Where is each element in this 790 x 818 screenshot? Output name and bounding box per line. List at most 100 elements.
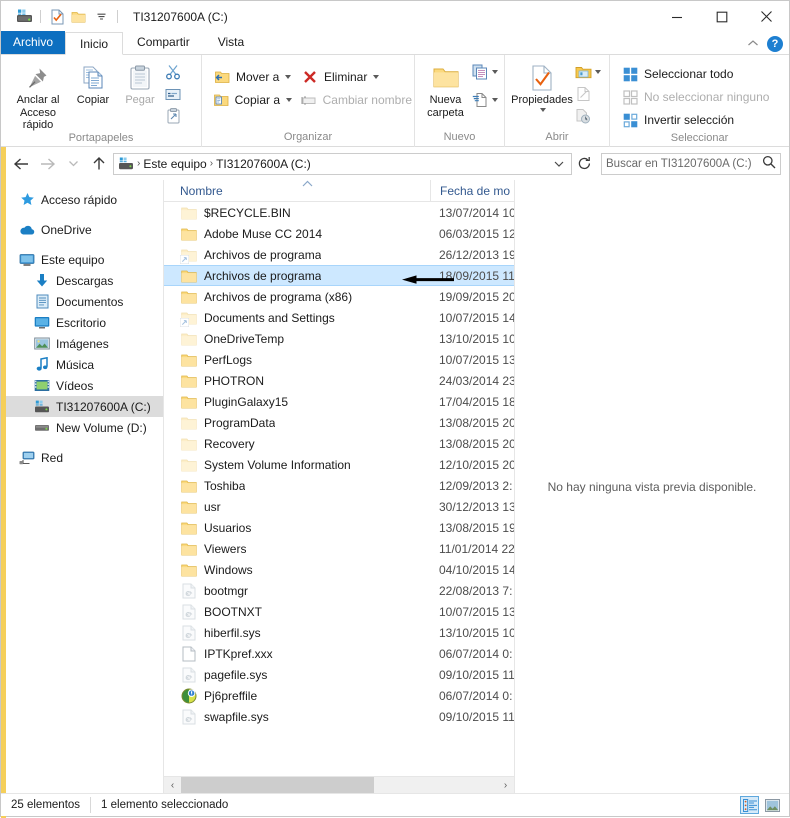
table-row[interactable]: bootmgr 22/08/2013 7: (164, 580, 514, 601)
table-row[interactable]: Windows 04/10/2015 14 (164, 559, 514, 580)
properties-icon[interactable] (46, 6, 68, 28)
recent-locations-button[interactable] (61, 152, 85, 176)
eliminar-caret-icon[interactable] (373, 75, 380, 79)
new-item-caret-icon[interactable] (492, 70, 498, 74)
help-button[interactable]: ? (767, 36, 783, 52)
copiar-a-button[interactable]: Copiar a (208, 89, 296, 111)
history-icon[interactable] (573, 106, 593, 126)
easy-access-caret-icon[interactable] (492, 98, 498, 102)
sidebar-item-new-volume-d[interactable]: New Volume (D:) (1, 417, 163, 438)
table-row[interactable]: Pj6preffile 06/07/2014 0: (164, 685, 514, 706)
open-caret-icon[interactable] (595, 70, 601, 74)
propiedades-button[interactable]: Propiedades (511, 60, 573, 112)
nueva-carpeta-button[interactable]: Nueva carpeta (421, 60, 470, 119)
table-row[interactable]: usr 30/12/2013 13 (164, 496, 514, 517)
horizontal-scrollbar[interactable]: ‹ › (164, 776, 514, 794)
copy-path-icon[interactable] (163, 84, 183, 104)
refresh-button[interactable] (574, 154, 594, 174)
customize-qat-chevron-icon[interactable] (90, 6, 112, 28)
cambiar-nombre-button[interactable]: Cambiar nombre (296, 89, 416, 111)
table-row[interactable]: Adobe Muse CC 2014 06/03/2015 12 (164, 223, 514, 244)
scroll-left-button[interactable]: ‹ (164, 777, 181, 794)
mover-a-caret-icon[interactable] (285, 75, 292, 79)
easy-access-icon[interactable] (470, 90, 490, 110)
sidebar-item-onedrive[interactable]: OneDrive (1, 219, 163, 240)
table-row[interactable]: Usuarios 13/08/2015 19 (164, 517, 514, 538)
breadcrumb-item-drive[interactable]: TI31207600A (C:) (216, 157, 311, 171)
scroll-track[interactable] (181, 776, 497, 794)
table-row[interactable]: ProgramData 13/08/2015 20 (164, 412, 514, 433)
table-row[interactable]: swapfile.sys 09/10/2015 11 (164, 706, 514, 727)
tab-archivo[interactable]: Archivo (1, 31, 66, 54)
large-icons-view-button[interactable] (763, 796, 782, 814)
cut-icon[interactable] (163, 62, 183, 82)
seleccionar-todo-button[interactable]: Seleccionar todo (616, 63, 773, 85)
table-row[interactable]: pagefile.sys 09/10/2015 11 (164, 664, 514, 685)
paste-shortcut-icon[interactable] (163, 106, 183, 126)
column-header-nombre[interactable]: Nombre (164, 180, 430, 198)
table-row[interactable]: Toshiba 12/09/2013 2: (164, 475, 514, 496)
copiar-button[interactable]: Copiar (69, 60, 117, 106)
copiar-a-caret-icon[interactable] (286, 98, 292, 102)
table-row[interactable]: $RECYCLE.BIN 13/07/2014 10 (164, 202, 514, 223)
up-button[interactable] (87, 152, 111, 176)
edit-icon[interactable] (573, 84, 593, 104)
scroll-right-button[interactable]: › (497, 777, 514, 794)
sidebar-item-escritorio[interactable]: Escritorio (1, 312, 163, 333)
minimize-button[interactable] (654, 1, 699, 32)
location-history-chevron-icon[interactable] (549, 154, 569, 174)
sidebar-item-acceso-rapido[interactable]: Acceso rápido (1, 189, 163, 210)
sidebar-item-este-equipo[interactable]: Este equipo (1, 249, 163, 270)
eliminar-button[interactable]: Eliminar (296, 66, 416, 88)
sidebar-item-descargas[interactable]: Descargas (1, 270, 163, 291)
maximize-button[interactable] (699, 1, 744, 32)
breadcrumb-separator-1[interactable]: › (137, 158, 140, 169)
no-seleccionar-ninguno-button[interactable]: No seleccionar ninguno (616, 86, 773, 108)
sidebar-item-red[interactable]: Red (1, 447, 163, 468)
new-folder-icon[interactable] (68, 6, 90, 28)
sidebar-item-ti31207600a-c[interactable]: TI31207600A (C:) (1, 396, 163, 417)
anclar-acceso-rapido-button[interactable]: Anclar al Acceso rápido (7, 60, 69, 131)
table-row[interactable]: BOOTNXT 10/07/2015 13 (164, 601, 514, 622)
sidebar-item-documentos[interactable]: Documentos (1, 291, 163, 312)
search-box[interactable]: Buscar en TI31207600A (C:) (601, 152, 781, 175)
details-view-button[interactable] (740, 796, 759, 814)
table-row[interactable]: Archivos de programa 26/12/2013 19 (164, 244, 514, 265)
tab-inicio[interactable]: Inicio (65, 32, 124, 55)
table-row[interactable]: Archivos de programa (x86) 19/09/2015 20 (164, 286, 514, 307)
column-header-fecha[interactable]: Fecha de mo (430, 179, 514, 202)
breadcrumb-separator-2[interactable]: › (210, 158, 213, 169)
table-row[interactable]: PHOTRON 24/03/2014 23 (164, 370, 514, 391)
sidebar-item-videos[interactable]: Vídeos (1, 375, 163, 396)
breadcrumb-item-este-equipo[interactable]: Este equipo (143, 157, 206, 171)
table-row[interactable]: IPTKpref.xxx 06/07/2014 0: (164, 643, 514, 664)
open-icon[interactable] (573, 62, 593, 82)
breadcrumb-bar[interactable]: › Este equipo › TI31207600A (C:) (113, 152, 572, 175)
table-row[interactable]: hiberfil.sys 13/10/2015 10 (164, 622, 514, 643)
forward-button[interactable] (35, 152, 59, 176)
sidebar-item-imagenes[interactable]: Imágenes (1, 333, 163, 354)
new-item-icon[interactable] (470, 62, 490, 82)
table-row[interactable]: PluginGalaxy15 17/04/2015 18 (164, 391, 514, 412)
table-row[interactable]: System Volume Information 12/10/2015 20 (164, 454, 514, 475)
search-icon[interactable] (762, 155, 776, 172)
table-row[interactable]: Documents and Settings 10/07/2015 14 (164, 307, 514, 328)
scroll-thumb[interactable] (181, 776, 374, 794)
table-row[interactable]: Archivos de programa 18/09/2015 11 (164, 265, 514, 286)
tab-vista[interactable]: Vista (204, 31, 258, 54)
propiedades-caret-icon[interactable] (540, 108, 546, 112)
mover-a-button[interactable]: Mover a (208, 66, 296, 88)
table-row[interactable]: Recovery 13/08/2015 20 (164, 433, 514, 454)
table-row[interactable]: OneDriveTemp 13/10/2015 10 (164, 328, 514, 349)
drive-icon[interactable] (13, 6, 35, 28)
search-input[interactable]: Buscar en TI31207600A (C:) (606, 158, 762, 170)
tab-compartir[interactable]: Compartir (123, 31, 204, 54)
back-button[interactable] (9, 152, 33, 176)
sidebar-item-musica[interactable]: Música (1, 354, 163, 375)
file-rows[interactable]: $RECYCLE.BIN 13/07/2014 10 Adobe Muse CC 2… (164, 202, 514, 776)
table-row[interactable]: PerfLogs 10/07/2015 13 (164, 349, 514, 370)
collapse-ribbon-chevron-icon[interactable] (747, 37, 759, 51)
invertir-seleccion-button[interactable]: Invertir selección (616, 109, 773, 131)
pegar-button[interactable]: Pegar (117, 60, 163, 106)
close-button[interactable] (744, 1, 789, 32)
